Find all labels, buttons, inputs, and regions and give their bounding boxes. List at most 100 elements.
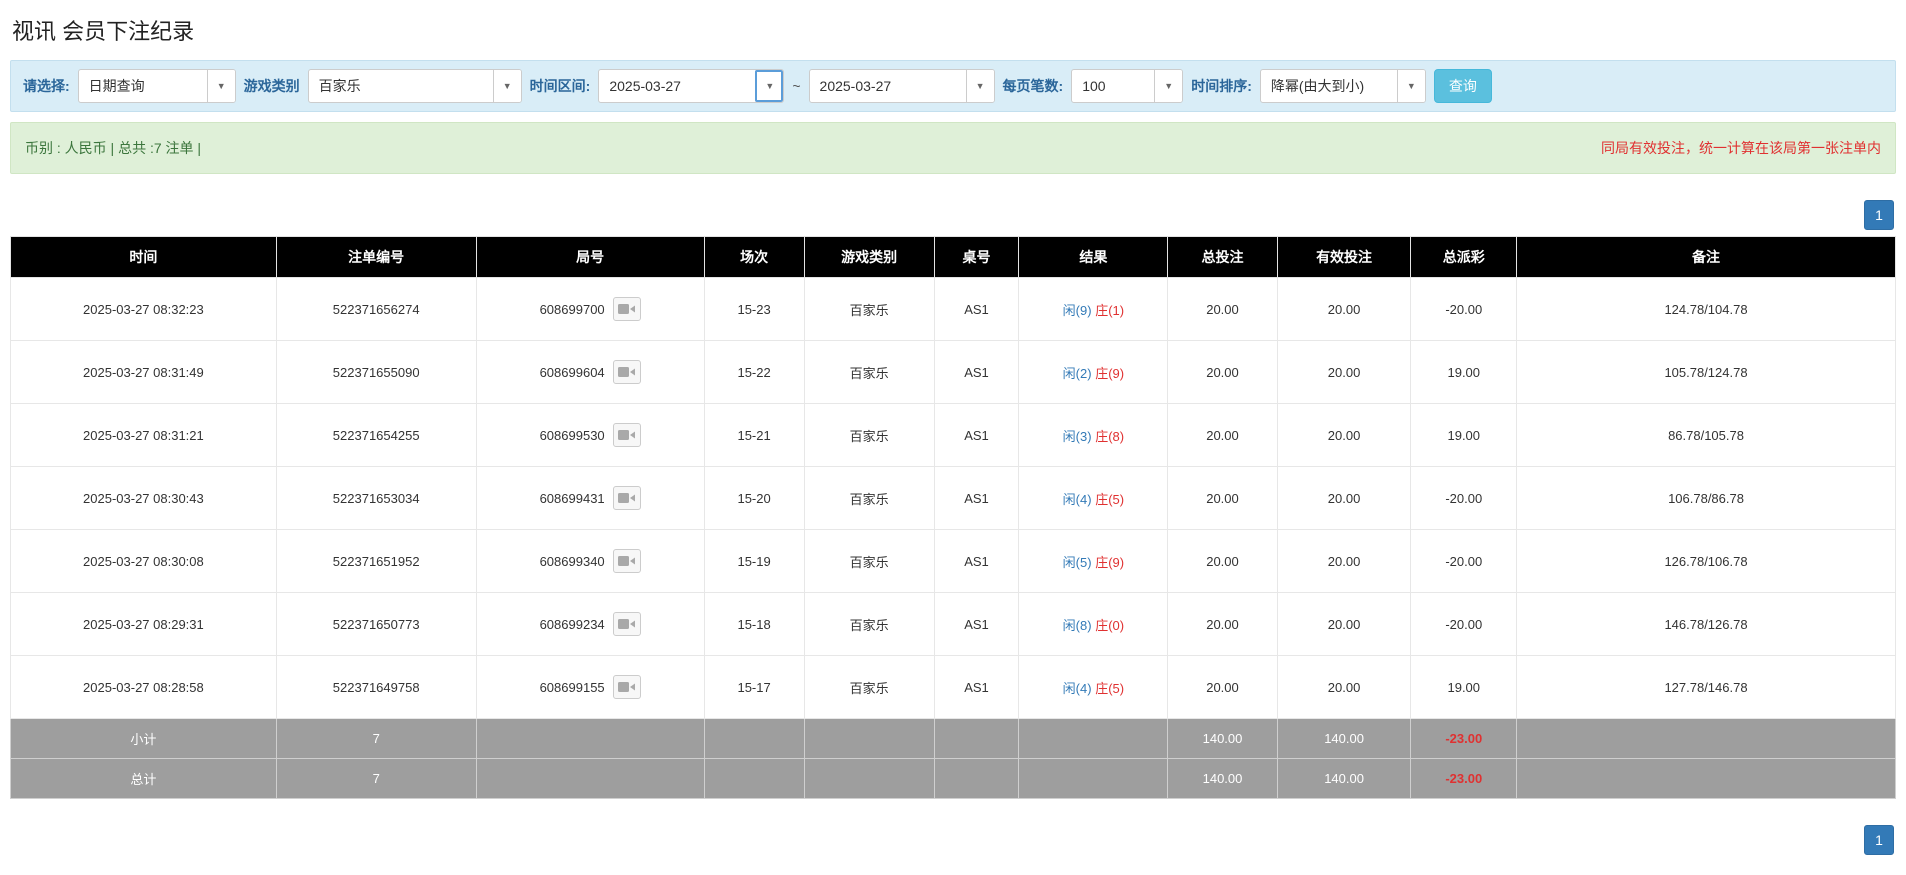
query-type-select[interactable]: 日期查询 ▼ <box>77 69 236 103</box>
per-page-value: 100 <box>1082 78 1106 94</box>
cell-empty <box>475 718 705 759</box>
game-type-value: 百家乐 <box>318 78 361 94</box>
subtotal-valid-bet: 140.00 <box>1276 718 1412 759</box>
cell-session: 15-22 <box>703 340 805 404</box>
video-camera-icon <box>617 493 635 503</box>
pagination-bottom: 1 <box>10 825 1894 855</box>
result-player: 闲(9) <box>1062 302 1092 318</box>
header-total-bet: 总投注 <box>1167 236 1278 278</box>
date-range-label: 时间区间: <box>529 78 591 94</box>
cell-total-bet[interactable]: 20.00 <box>1167 340 1278 404</box>
date-to-select[interactable]: 2025-03-27 ▼ <box>808 69 995 103</box>
subtotal-total-bet: 140.00 <box>1167 718 1278 759</box>
chevron-down-icon[interactable]: ▼ <box>492 70 521 102</box>
cell-bet-id: 522371655090 <box>275 340 477 404</box>
per-page-label: 每页笔数: <box>1002 78 1064 94</box>
filter-bar: 请选择: 日期查询 ▼ 游戏类别 百家乐 ▼ 时间区间: 2025-03-27 … <box>10 60 1896 112</box>
game-type-select[interactable]: 百家乐 ▼ <box>307 69 522 103</box>
cell-round: 608699431 <box>475 466 705 530</box>
cell-bet-id: 522371654255 <box>275 403 477 467</box>
cell-bet-id: 522371651952 <box>275 529 477 593</box>
time-sort-label: 时间排序: <box>1191 78 1252 94</box>
cell-game: 百家乐 <box>803 655 935 719</box>
round-number: 608699431 <box>539 490 605 506</box>
video-camera-icon <box>617 619 635 629</box>
header-table-no: 桌号 <box>933 236 1020 278</box>
result-player: 闲(4) <box>1062 680 1092 696</box>
result-banker: 庄(9) <box>1095 365 1125 381</box>
cell-valid-bet: 20.00 <box>1276 655 1412 719</box>
cell-game: 百家乐 <box>803 529 935 593</box>
date-from-select[interactable]: 2025-03-27 ▼ <box>598 69 785 103</box>
cell-time: 2025-03-27 08:29:31 <box>10 592 277 656</box>
header-time: 时间 <box>10 236 277 278</box>
video-replay-button[interactable] <box>612 360 641 384</box>
header-remark: 备注 <box>1516 236 1896 278</box>
result-banker: 庄(0) <box>1095 617 1125 633</box>
cell-total-bet[interactable]: 20.00 <box>1167 592 1278 656</box>
chevron-down-icon[interactable]: ▼ <box>965 70 994 102</box>
round-number: 608699340 <box>539 553 605 569</box>
chevron-down-icon[interactable]: ▼ <box>206 70 235 102</box>
cell-total-bet[interactable]: 20.00 <box>1167 466 1278 530</box>
subtotal-count: 7 <box>275 718 477 759</box>
cell-round: 608699340 <box>475 529 705 593</box>
currency-summary-text: 币别 : 人民币 | 总共 :7 注单 | <box>25 140 202 156</box>
cell-table-no: AS1 <box>933 466 1020 530</box>
cell-time: 2025-03-27 08:31:49 <box>10 340 277 404</box>
cell-round: 608699604 <box>475 340 705 404</box>
cell-valid-bet: 20.00 <box>1276 403 1412 467</box>
cell-bet-id: 522371653034 <box>275 466 477 530</box>
chevron-down-icon[interactable]: ▼ <box>1154 70 1183 102</box>
time-sort-select[interactable]: 降幂(由大到小) ▼ <box>1259 69 1426 103</box>
cell-payout: 19.00 <box>1410 655 1518 719</box>
cell-total-bet[interactable]: 20.00 <box>1167 529 1278 593</box>
date-from-value: 2025-03-27 <box>609 78 681 94</box>
video-camera-icon <box>617 430 635 440</box>
video-camera-icon <box>617 556 635 566</box>
chevron-down-icon[interactable]: ▼ <box>755 70 784 102</box>
video-replay-button[interactable] <box>612 486 641 510</box>
cell-table-no: AS1 <box>933 655 1020 719</box>
page-1-button[interactable]: 1 <box>1864 825 1894 855</box>
cell-payout: 19.00 <box>1410 340 1518 404</box>
cell-time: 2025-03-27 08:30:43 <box>10 466 277 530</box>
cell-payout: 19.00 <box>1410 403 1518 467</box>
chevron-down-icon[interactable]: ▼ <box>1396 70 1425 102</box>
cell-valid-bet: 20.00 <box>1276 466 1412 530</box>
table-row: 2025-03-27 08:31:49 522371655090 6086996… <box>10 340 1896 404</box>
cell-total-bet[interactable]: 20.00 <box>1167 403 1278 467</box>
result-player: 闲(2) <box>1062 365 1092 381</box>
video-replay-button[interactable] <box>612 675 641 699</box>
table-row: 2025-03-27 08:32:23 522371656274 6086997… <box>10 277 1896 341</box>
cell-total-bet[interactable]: 20.00 <box>1167 655 1278 719</box>
cell-result: 闲(9) 庄(1) <box>1018 277 1169 341</box>
range-separator: ~ <box>792 78 801 94</box>
grand-total-label: 总计 <box>10 758 277 799</box>
cell-remark: 127.78/146.78 <box>1516 655 1896 719</box>
result-player: 闲(4) <box>1062 491 1092 507</box>
cell-valid-bet: 20.00 <box>1276 277 1412 341</box>
table-row: 2025-03-27 08:29:31 522371650773 6086992… <box>10 592 1896 656</box>
video-replay-button[interactable] <box>612 297 641 321</box>
video-replay-button[interactable] <box>612 549 641 573</box>
cell-payout: -20.00 <box>1410 277 1518 341</box>
cell-bet-id: 522371649758 <box>275 655 477 719</box>
cell-total-bet[interactable]: 20.00 <box>1167 277 1278 341</box>
video-replay-button[interactable] <box>612 423 641 447</box>
video-replay-button[interactable] <box>612 612 641 636</box>
per-page-select[interactable]: 100 ▼ <box>1071 69 1184 103</box>
cell-round: 608699700 <box>475 277 705 341</box>
cell-result: 闲(2) 庄(9) <box>1018 340 1169 404</box>
cell-result: 闲(3) 庄(8) <box>1018 403 1169 467</box>
search-button[interactable]: 查询 <box>1433 69 1492 103</box>
page-1-button[interactable]: 1 <box>1864 200 1894 230</box>
header-bet-id: 注单编号 <box>275 236 477 278</box>
result-player: 闲(5) <box>1062 554 1092 570</box>
summary-bar: 币别 : 人民币 | 总共 :7 注单 | 同局有效投注，统一计算在该局第一张注… <box>10 122 1896 174</box>
cell-empty <box>703 758 805 799</box>
cell-game: 百家乐 <box>803 592 935 656</box>
cell-result: 闲(4) 庄(5) <box>1018 655 1169 719</box>
video-camera-icon <box>617 367 635 377</box>
cell-round: 608699234 <box>475 592 705 656</box>
